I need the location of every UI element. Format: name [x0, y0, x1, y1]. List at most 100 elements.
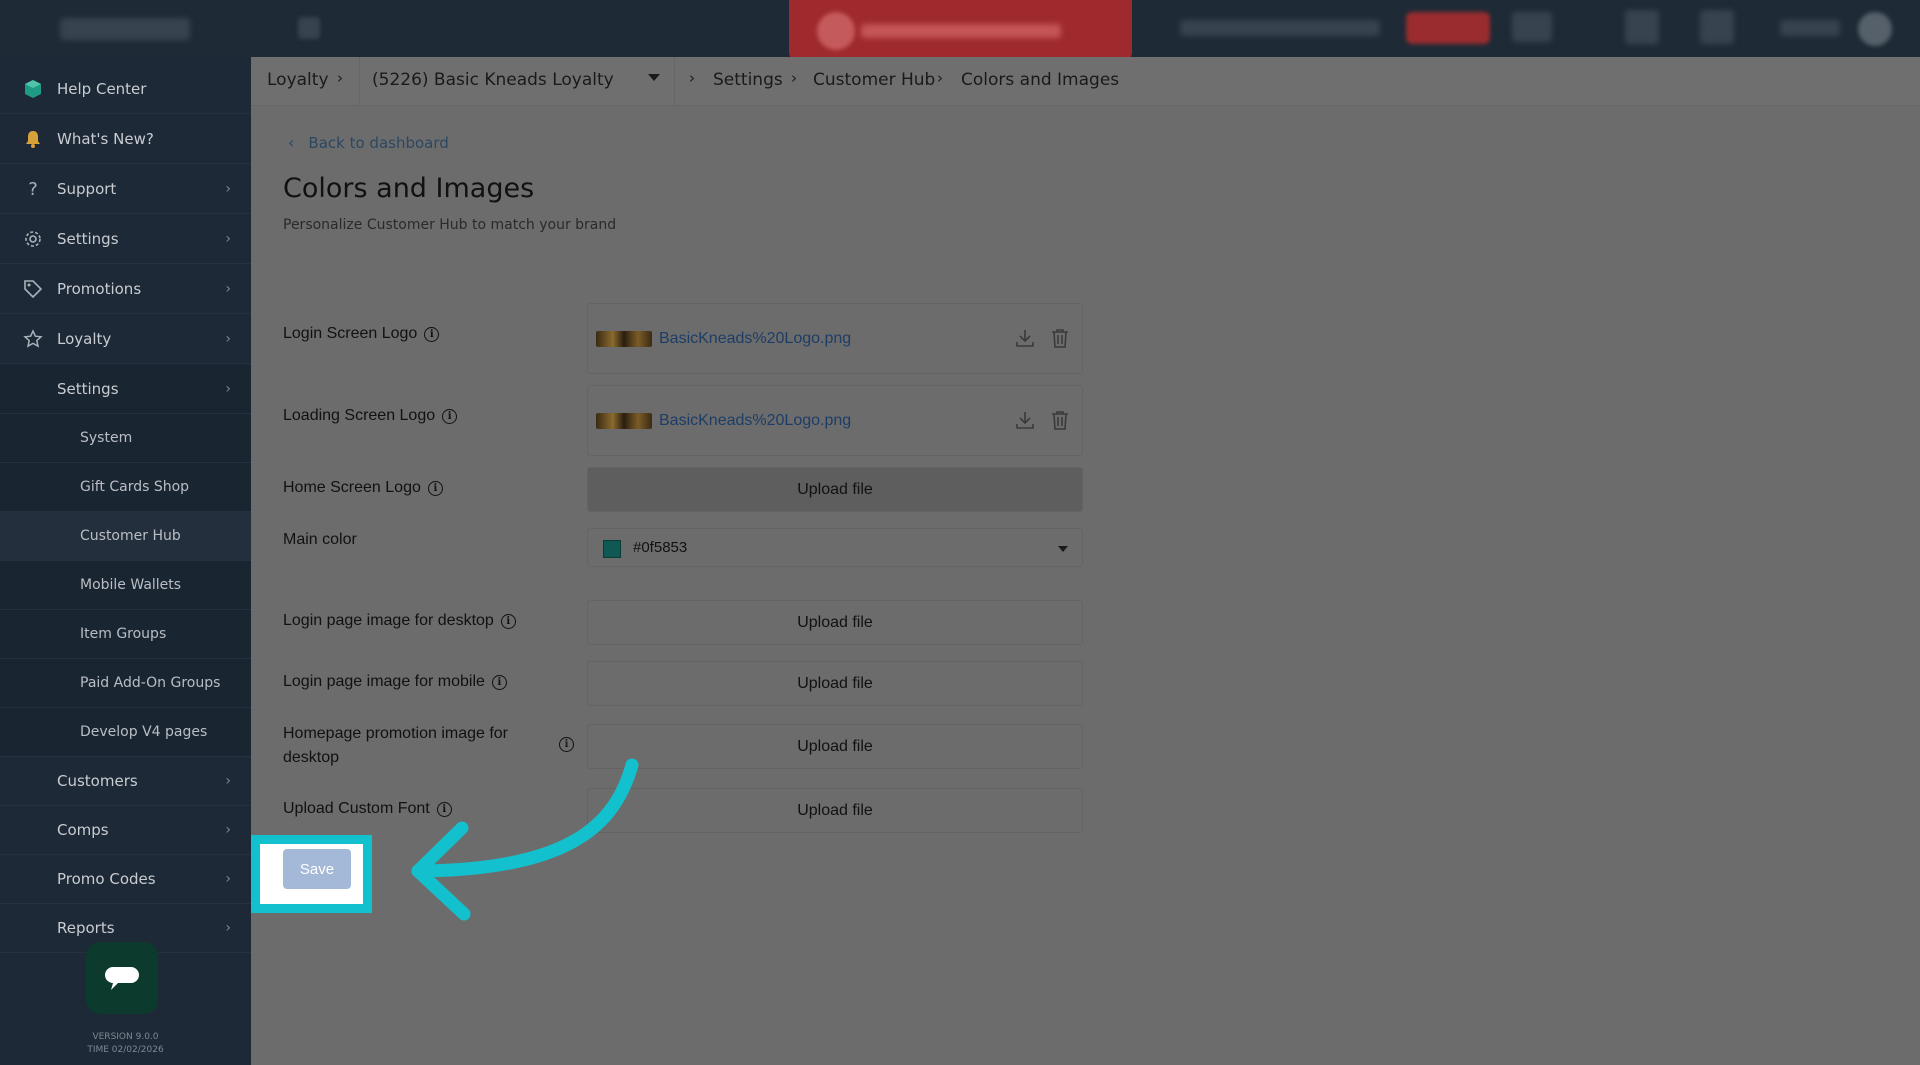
label-text: Home Screen Logo: [283, 479, 421, 496]
chevron-right-icon: ›: [225, 181, 231, 197]
download-icon[interactable]: [1014, 327, 1036, 353]
bell-icon: [22, 128, 44, 150]
program-select[interactable]: (5226) Basic Kneads Loyalty: [359, 57, 675, 106]
logo-thumbnail: [596, 413, 652, 429]
chevron-right-icon: ›: [689, 69, 695, 87]
info-icon[interactable]: i: [427, 480, 443, 496]
login-mobile-upload-button[interactable]: Upload file: [587, 661, 1083, 706]
sidebar-item-loyalty[interactable]: Loyalty ›: [0, 315, 251, 364]
sidebar-item-promo-codes[interactable]: Promo Codes ›: [0, 855, 251, 904]
loading-logo-file: BasicKneads%20Logo.png: [587, 385, 1083, 456]
sidebar-item-label: What's New?: [57, 130, 154, 148]
sidebar-item-label: Settings: [57, 380, 119, 398]
info-icon[interactable]: i: [442, 408, 458, 424]
breadcrumb-loyalty[interactable]: Loyalty: [267, 70, 329, 90]
chevron-right-icon: ›: [937, 69, 943, 87]
page-subtitle: Personalize Customer Hub to match your b…: [283, 217, 617, 233]
label-text: Login Screen Logo: [283, 325, 418, 342]
logo-thumbnail: [596, 331, 652, 347]
sidebar-item-item-groups[interactable]: Item Groups: [0, 610, 251, 659]
account-icon[interactable]: [1700, 10, 1734, 44]
file-link[interactable]: BasicKneads%20Logo.png: [659, 412, 851, 430]
chevron-right-icon: ›: [337, 69, 343, 87]
download-icon[interactable]: [1014, 409, 1036, 435]
chevron-right-icon: ›: [225, 231, 231, 247]
sidebar-item-promotions[interactable]: Promotions ›: [0, 265, 251, 314]
menu-toggle-icon[interactable]: [298, 17, 320, 39]
info-icon[interactable]: i: [500, 613, 516, 629]
top-bar: [0, 0, 1920, 62]
alert-text: [861, 24, 1061, 38]
login-desktop-label: Login page image for desktop i: [283, 612, 516, 630]
sidebar-item-system[interactable]: System: [0, 414, 251, 463]
sidebar: Help Center What's New? ? Support › Sett…: [0, 57, 251, 1065]
alert-icon: [817, 12, 855, 50]
back-label: Back to dashboard: [308, 133, 449, 152]
sidebar-item-label: Support: [57, 180, 117, 198]
chevron-right-icon: ›: [225, 331, 231, 347]
file-link[interactable]: BasicKneads%20Logo.png: [659, 330, 851, 348]
page-title: Colors and Images: [283, 173, 535, 204]
sidebar-item-comps[interactable]: Comps ›: [0, 806, 251, 855]
sidebar-item-help-center[interactable]: Help Center: [0, 65, 251, 114]
sidebar-item-customers[interactable]: Customers ›: [0, 757, 251, 806]
login-desktop-upload-button[interactable]: Upload file: [587, 600, 1083, 645]
alert-banner[interactable]: [789, 0, 1132, 62]
promo-desktop-upload-button[interactable]: Upload file: [587, 724, 1083, 769]
breadcrumb-settings[interactable]: Settings: [713, 70, 783, 90]
sidebar-item-label: Develop V4 pages: [80, 724, 208, 740]
sidebar-item-settings[interactable]: Settings ›: [0, 215, 251, 264]
main-color-select[interactable]: #0f5853: [587, 528, 1083, 567]
home-logo-upload-button[interactable]: Upload file: [587, 467, 1083, 512]
sidebar-item-loyalty-settings[interactable]: Settings ›: [0, 365, 251, 414]
sidebar-item-label: System: [80, 430, 133, 446]
main-color-label: Main color: [283, 531, 357, 549]
custom-font-upload-button[interactable]: Upload file: [587, 788, 1083, 833]
chevron-right-icon: ›: [225, 381, 231, 397]
label-text: Login page image for mobile: [283, 673, 485, 690]
sidebar-item-label: Settings: [57, 230, 119, 248]
info-icon[interactable]: i: [424, 326, 440, 342]
avatar[interactable]: [1858, 12, 1892, 46]
trash-icon[interactable]: [1049, 327, 1071, 353]
trash-icon[interactable]: [1049, 409, 1071, 435]
sidebar-item-support[interactable]: ? Support ›: [0, 165, 251, 214]
breadcrumb-current: Colors and Images: [961, 70, 1120, 90]
sidebar-item-label: Loyalty: [57, 330, 112, 348]
tag-icon: [22, 278, 44, 300]
caret-down-icon: [648, 74, 660, 81]
sidebar-item-label: Mobile Wallets: [80, 577, 182, 593]
sidebar-item-develop-v4-pages[interactable]: Develop V4 pages: [0, 708, 251, 757]
version-label: VERSION 9.0.0: [92, 1032, 159, 1042]
gear-icon: [22, 228, 44, 250]
save-button[interactable]: Save: [283, 849, 351, 889]
sidebar-item-whats-new[interactable]: What's New?: [0, 115, 251, 164]
label-text: Main color: [283, 531, 357, 548]
chevron-right-icon: ›: [225, 773, 231, 789]
sidebar-item-gift-cards-shop[interactable]: Gift Cards Shop: [0, 463, 251, 512]
login-mobile-label: Login page image for mobile i: [283, 673, 507, 691]
chat-icon: [105, 967, 139, 990]
login-logo-file: BasicKneads%20Logo.png: [587, 303, 1083, 374]
chat-button[interactable]: [86, 942, 158, 1014]
sidebar-item-label: Help Center: [57, 80, 147, 98]
label-text: Login page image for desktop: [283, 612, 494, 629]
location-selector[interactable]: [1180, 20, 1380, 36]
chevron-right-icon: ›: [225, 822, 231, 838]
sidebar-item-customer-hub[interactable]: Customer Hub: [0, 512, 251, 561]
back-to-dashboard-link[interactable]: ‹ Back to dashboard: [288, 133, 449, 152]
sidebar-item-label: Promotions: [57, 280, 142, 298]
label-text: desktop: [283, 749, 340, 766]
chevron-right-icon: ›: [225, 281, 231, 297]
sidebar-item-paid-add-on-groups[interactable]: Paid Add-On Groups: [0, 659, 251, 708]
sidebar-item-label: Item Groups: [80, 626, 167, 642]
sidebar-item-mobile-wallets[interactable]: Mobile Wallets: [0, 561, 251, 610]
label-text: Loading Screen Logo: [283, 407, 436, 424]
breadcrumb-customer-hub[interactable]: Customer Hub: [813, 70, 935, 90]
sidebar-item-label: Customer Hub: [80, 528, 181, 544]
notifications-icon[interactable]: [1512, 12, 1552, 42]
status-button[interactable]: [1406, 12, 1490, 44]
chevron-right-icon: ›: [791, 69, 797, 87]
user-icon[interactable]: [1625, 10, 1659, 44]
info-icon[interactable]: i: [491, 674, 507, 690]
